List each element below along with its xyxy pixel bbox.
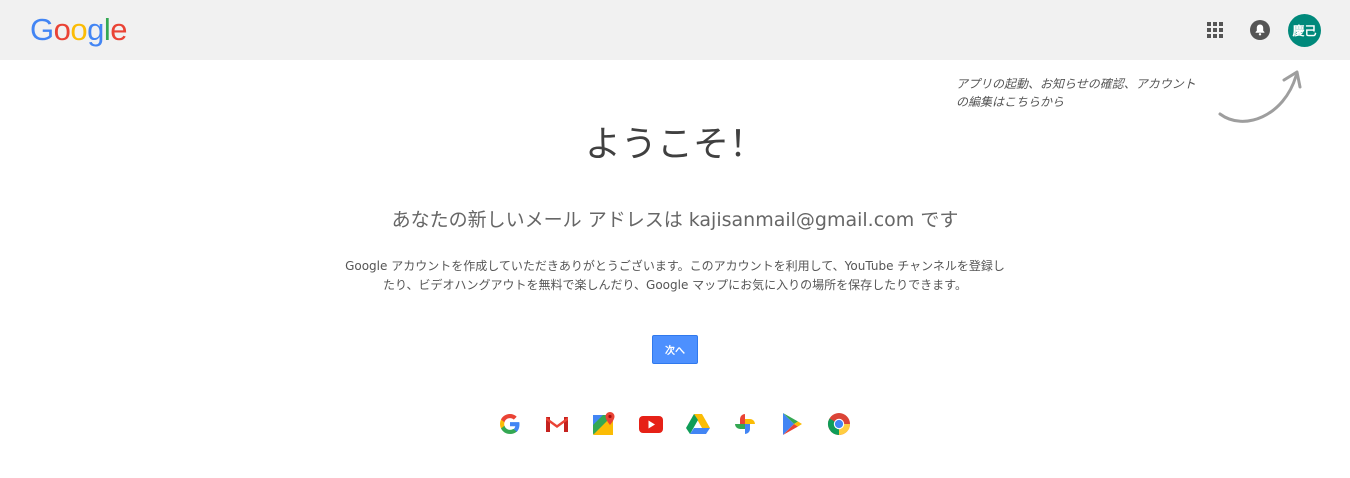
product-icon-row	[496, 410, 852, 440]
hint-arrow-icon	[1218, 70, 1302, 123]
logo-letter: e	[110, 12, 128, 47]
logo-letter: g	[87, 12, 104, 47]
gmail-icon[interactable]	[543, 410, 570, 437]
avatar[interactable]: 慶己	[1288, 14, 1321, 47]
google-logo[interactable]: Google	[30, 12, 128, 47]
apps-grid-icon[interactable]	[1204, 19, 1226, 41]
top-bar: Google 慶己	[0, 0, 1350, 60]
logo-letter: G	[30, 12, 54, 47]
page-title: ようこそ！	[584, 124, 765, 165]
photos-icon[interactable]	[731, 410, 758, 437]
drive-icon[interactable]	[684, 410, 711, 437]
new-email-address-line: あなたの新しいメール アドレスは kajisanmail@gmail.com で…	[391, 209, 959, 231]
play-store-icon[interactable]	[778, 410, 805, 437]
logo-letter: o	[53, 12, 71, 47]
account-description: Google アカウントを作成していただきありがとうございます。このアカウントを…	[345, 259, 1005, 292]
youtube-icon[interactable]	[637, 410, 664, 437]
chrome-icon[interactable]	[825, 410, 852, 437]
maps-icon[interactable]	[590, 410, 617, 437]
onboarding-hint: アプリの起動、お知らせの確認、アカウントの編集はこちらから	[956, 77, 1196, 109]
next-button[interactable]: 次へ	[652, 335, 698, 364]
logo-letter: o	[70, 12, 88, 47]
google-search-icon[interactable]	[496, 410, 523, 437]
bell-icon[interactable]	[1249, 19, 1271, 41]
